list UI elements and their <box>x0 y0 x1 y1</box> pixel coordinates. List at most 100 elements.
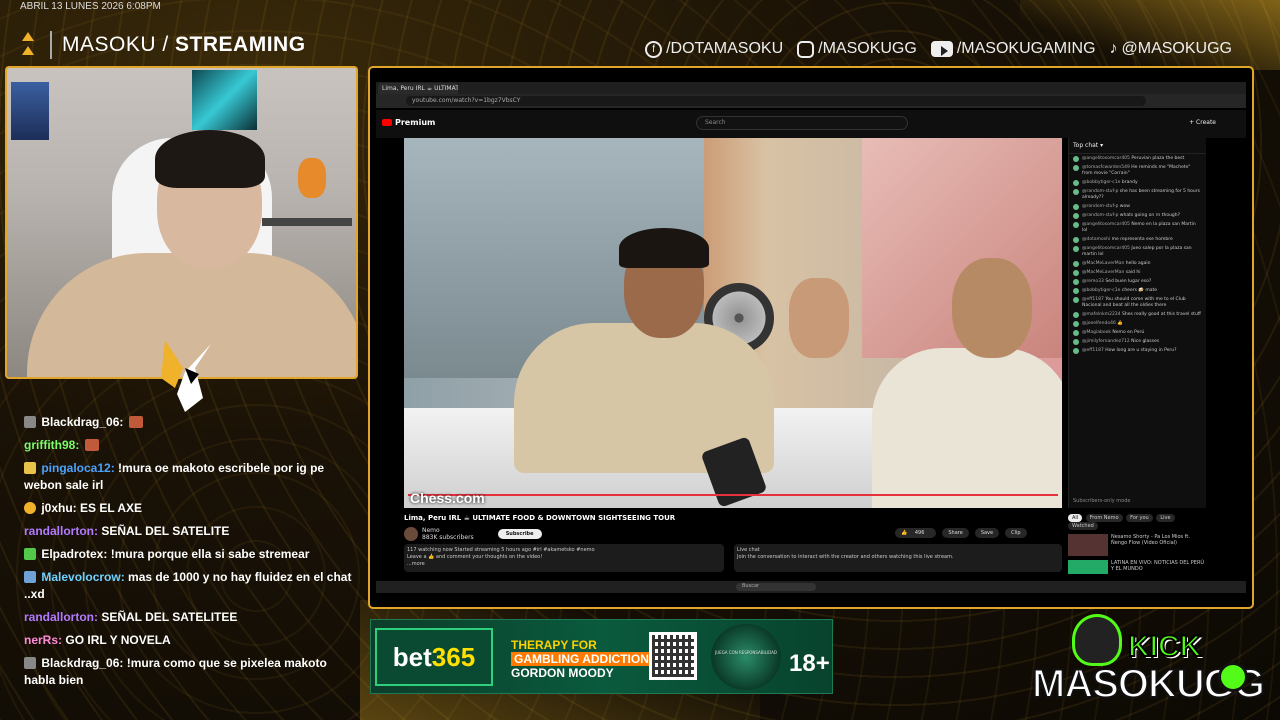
avatar[interactable] <box>404 527 418 541</box>
chat-item: @jimilyfernandez712 Nice glasses <box>1073 339 1202 345</box>
clip-button[interactable]: Clip <box>1005 528 1027 538</box>
address-bar[interactable]: youtube.com/watch?v=1bgz7VbsCY <box>406 96 1146 106</box>
chat-message: randallorton: SEÑAL DEL SATELITEE <box>24 610 238 624</box>
youtube-header: Premium Search + Create <box>376 110 1246 138</box>
user-badge-icon <box>24 657 36 669</box>
channel-subs: 883K subscribers <box>422 534 474 541</box>
chat-item: @random-stuf-p whats going on rn though? <box>1073 213 1202 219</box>
chat-message: Elpadrotex: !mura porque ella si sabe st… <box>22 544 360 567</box>
channel-name[interactable]: Nemo <box>422 527 440 534</box>
recommendations: All From Nemo For you Live Watched Nesam… <box>1068 514 1206 584</box>
chat-item: @MacMeLaverMan hello again <box>1073 261 1202 267</box>
video-player[interactable]: Chess.com <box>404 138 1062 508</box>
social-instagram[interactable]: /MASOKUGG <box>797 40 917 58</box>
chat-message: nerRs: GO IRL Y NOVELA <box>24 633 171 647</box>
search-input[interactable]: Search <box>696 116 908 130</box>
age-badge: 18+ <box>789 650 830 677</box>
social-facebook[interactable]: f /DOTAMASOKU <box>645 40 783 58</box>
subscribe-button[interactable]: Subscribe <box>497 529 542 539</box>
ninja-mascot-icon <box>1072 614 1122 666</box>
recommended-video[interactable]: Nesamo Shorty - Pa Los Mios ft. Ñengo Fl… <box>1068 534 1206 556</box>
chat-message: Blackdrag_06: <box>22 412 360 435</box>
wall-poster <box>11 82 49 140</box>
browser-tab-bar: Lima, Peru IRL ☕ ULTIMATE <box>376 82 1246 94</box>
chat-item: @bobbytiger-c1e cheers 🍻 mate <box>1073 288 1202 294</box>
chat-message: j0xhu: ES EL AXE <box>22 498 360 521</box>
chat-message: griffith98: <box>22 435 360 458</box>
date-time: ABRIL 13 LUNES 2026 6:08PM <box>20 1 161 12</box>
chat-item: @angelitosomcar405 Nemo en la plaza san … <box>1073 222 1202 234</box>
chat-list: @angelitosomcar405 Peruvian plaza the be… <box>1069 154 1206 359</box>
shelf <box>262 218 352 226</box>
ad-message: THERAPY FOR GAMBLING ADDICTION GORDON MO… <box>511 638 652 680</box>
like-button[interactable]: 👍 496 <box>895 528 937 538</box>
save-button[interactable]: Save <box>974 528 1000 538</box>
screen-share-window: Lima, Peru IRL ☕ ULTIMATE youtube.com/wa… <box>368 66 1254 609</box>
streamer-hair <box>155 130 265 188</box>
description-box[interactable]: 117 watching now Started streaming 5 hou… <box>404 544 724 572</box>
globe-graphic <box>711 624 781 690</box>
user-badge-icon <box>24 548 36 560</box>
browser-tab[interactable]: Lima, Peru IRL ☕ ULTIMATE <box>378 83 458 94</box>
webcam-feed <box>5 66 358 379</box>
kick-channel-logo: KICK MASOKUGG <box>1031 610 1266 710</box>
video-person <box>842 258 1062 508</box>
browser-toolbar: youtube.com/watch?v=1bgz7VbsCY <box>376 94 1246 108</box>
user-badge-icon <box>24 502 36 514</box>
chat-input-mode[interactable]: Subscribers-only mode <box>1073 498 1130 504</box>
chat-item: @angelitosomcar405 Peruvian plaza the be… <box>1073 156 1202 162</box>
video-person <box>789 278 849 358</box>
chat-header[interactable]: Top chat ▾ <box>1069 138 1206 154</box>
video-title: Lima, Peru IRL ☕ ULTIMATE FOOD & DOWNTOW… <box>404 514 676 522</box>
instagram-icon <box>797 40 815 58</box>
tiktok-icon: ♪ <box>1109 40 1118 57</box>
youtube-live-chat: Top chat ▾ @angelitosomcar405 Peruvian p… <box>1068 138 1206 508</box>
chat-message: Malevolocrow: mas de 1000 y no hay fluid… <box>24 570 352 601</box>
chat-item: @mafelnkm2234 Shes really good at this t… <box>1073 312 1202 318</box>
gold-accent <box>1020 0 1280 70</box>
chat-item: @Magiabook Nemo en Perú <box>1073 330 1202 336</box>
chat-item: @MacMeLaverMan said hi <box>1073 270 1202 276</box>
chat-item: @random-stuf-p wow <box>1073 204 1202 210</box>
user-badge-icon <box>24 462 36 474</box>
bet365-logo: bet365 <box>375 628 493 686</box>
wolf-logo-icon <box>161 340 211 412</box>
social-youtube[interactable]: /MASOKUGAMING <box>930 40 1096 58</box>
user-badge-icon <box>24 571 36 583</box>
emote-icon <box>84 439 99 451</box>
recommended-video[interactable]: LATINA EN VIVO: NOTICIAS DEL PERÚ Y EL M… <box>1068 560 1206 574</box>
chat-item: @angelitosomcar405 Jueo salep por la pla… <box>1073 246 1202 258</box>
wall-screen <box>192 70 257 130</box>
stream-chat: Blackdrag_06: griffith98: pingaloca12: !… <box>22 412 360 702</box>
share-button[interactable]: Share <box>942 528 969 538</box>
youtube-icon <box>930 41 953 57</box>
youtube-logo[interactable]: Premium <box>382 118 435 127</box>
create-button[interactable]: + Create <box>1189 119 1216 126</box>
brand-header: MASOKU / STREAMING <box>22 30 306 60</box>
social-tiktok[interactable]: ♪ @MASOKUGG <box>1110 40 1232 58</box>
channel-row: Nemo 883K subscribers Subscribe <box>404 526 542 542</box>
divider <box>50 31 52 59</box>
chat-item: @eff1187 How long are u staying in Peru? <box>1073 348 1202 354</box>
video-progress-bar[interactable] <box>408 494 1058 496</box>
user-badge-icon <box>24 416 36 428</box>
chat-item: @random-stuf-p she has been streaming fo… <box>1073 189 1202 201</box>
chat-item: @joeelfendo46 👍 <box>1073 321 1202 327</box>
qr-code-icon <box>649 632 697 680</box>
chat-item: @tomasfcwarden549 He reminds me "Machete… <box>1073 165 1202 177</box>
windows-taskbar: Buscar <box>376 581 1246 593</box>
brand-logo-icon <box>22 30 40 60</box>
ad-banner: bet365 THERAPY FOR GAMBLING ADDICTION GO… <box>370 619 833 694</box>
thumbnail <box>1068 560 1108 574</box>
chat-message: randallorton: SEÑAL DEL SATELITE <box>24 524 230 538</box>
brand-title: MASOKU / STREAMING <box>62 33 306 56</box>
live-chat-box: Live chat Join the conversation to inter… <box>734 544 1062 572</box>
chat-item: @eff1187 You should come with me to el C… <box>1073 297 1202 309</box>
chat-item: @dotamoshi me representa ese hombre <box>1073 237 1202 243</box>
chat-item: @remo33 Sed buen lugar eso? <box>1073 279 1202 285</box>
chat-message: Blackdrag_06: !mura como que se pixelea … <box>24 656 327 687</box>
chess-watermark: Chess.com <box>410 490 485 506</box>
video-actions: 👍 496 Share Save Clip <box>895 528 1027 538</box>
emote-icon <box>128 416 143 428</box>
taskbar-search[interactable]: Buscar <box>736 583 816 591</box>
